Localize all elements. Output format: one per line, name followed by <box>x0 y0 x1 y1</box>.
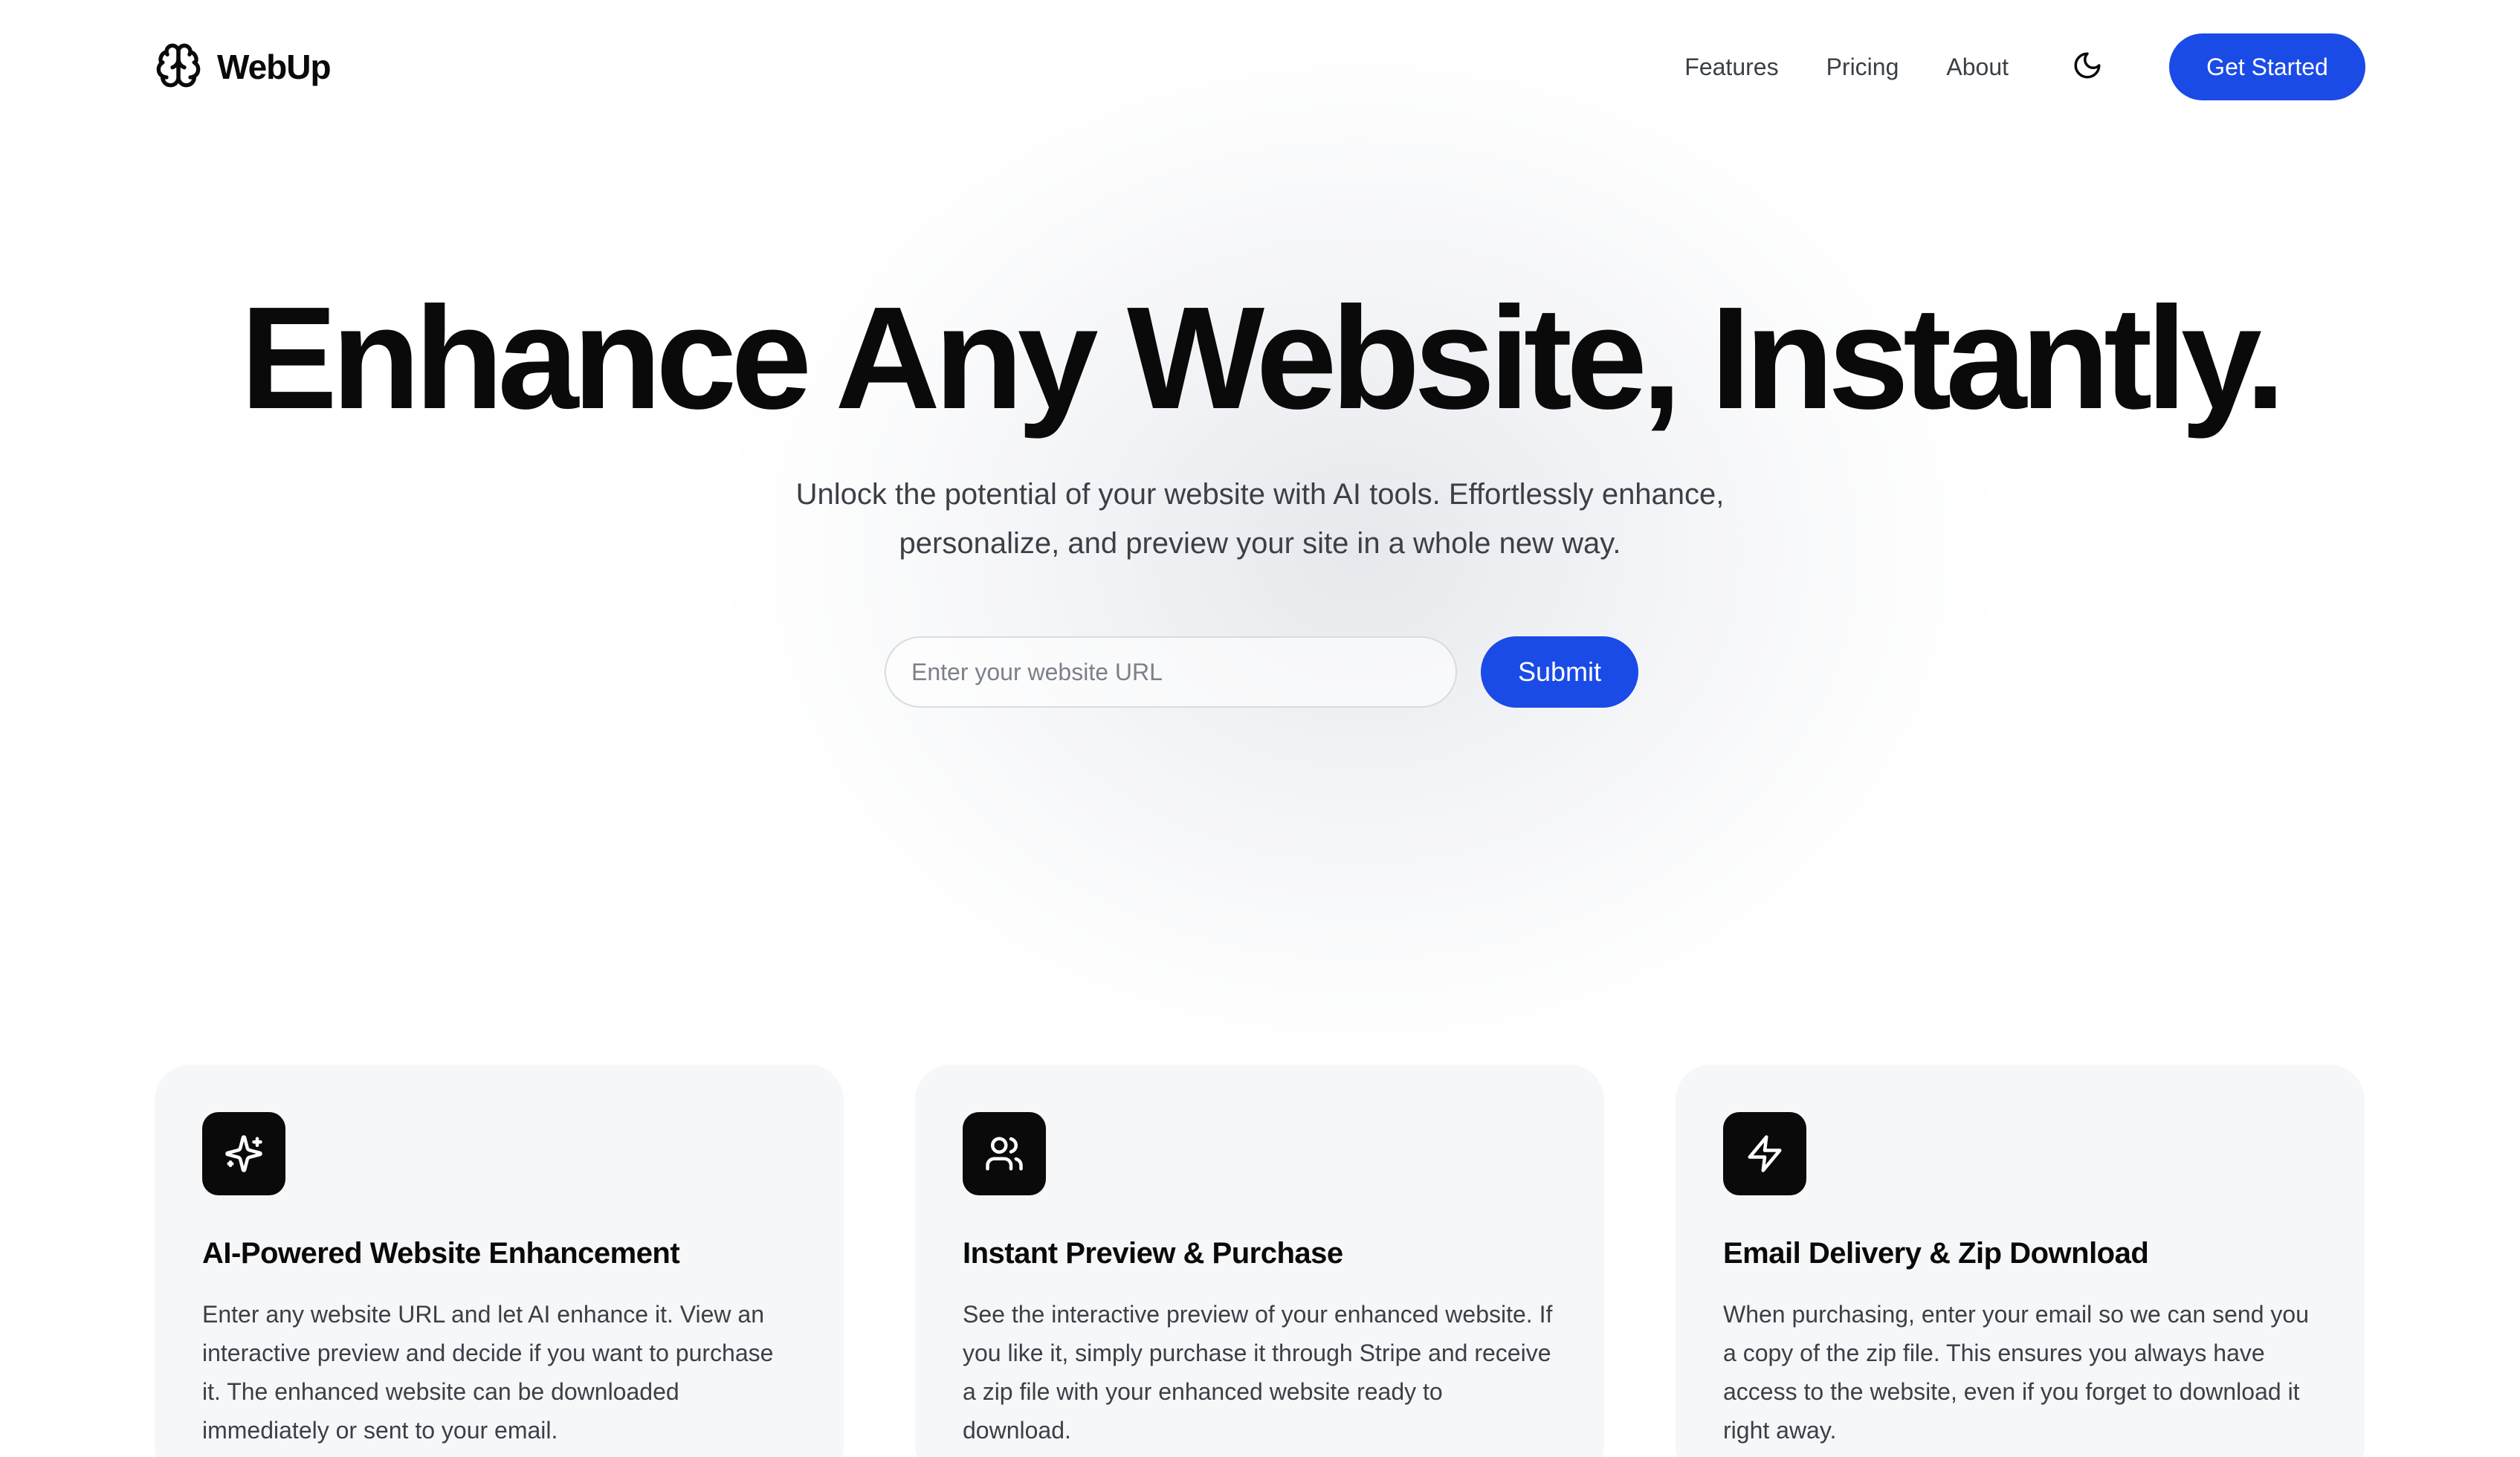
main-nav: Features Pricing About Get Started <box>1684 33 2365 100</box>
brand-name: WebUp <box>217 48 332 86</box>
site-header: WebUp Features Pricing About Get Started <box>0 0 2520 134</box>
feature-card-ai-enhancement: AI-Powered Website Enhancement Enter any… <box>155 1065 844 1457</box>
nav-link-pricing[interactable]: Pricing <box>1826 54 1899 81</box>
nav-link-features[interactable]: Features <box>1684 54 1778 81</box>
sparkles-icon <box>202 1112 285 1195</box>
feature-card-email-delivery: Email Delivery & Zip Download When purch… <box>1676 1065 2365 1457</box>
features-section: AI-Powered Website Enhancement Enter any… <box>155 1065 2365 1457</box>
feature-title: Email Delivery & Zip Download <box>1723 1237 2149 1270</box>
users-icon <box>963 1112 1046 1195</box>
hero-subtitle: Unlock the potential of your website wit… <box>795 478 1725 560</box>
moon-icon <box>2072 50 2103 85</box>
feature-description: See the interactive preview of your enha… <box>963 1301 1553 1444</box>
feature-title: AI-Powered Website Enhancement <box>202 1237 680 1270</box>
lightning-icon <box>1723 1112 1806 1195</box>
submit-button[interactable]: Submit <box>1481 636 1638 708</box>
feature-title: Instant Preview & Purchase <box>963 1237 1343 1270</box>
brain-icon <box>155 42 202 93</box>
hero-title: Enhance Any Website, Instantly. <box>240 277 2286 439</box>
url-form: Submit <box>885 636 1638 708</box>
website-url-input[interactable] <box>885 636 1457 708</box>
brand[interactable]: WebUp <box>155 42 332 93</box>
feature-description: When purchasing, enter your email so we … <box>1723 1301 2309 1444</box>
get-started-button[interactable]: Get Started <box>2169 33 2365 100</box>
theme-toggle-button[interactable] <box>2070 49 2105 85</box>
nav-link-about[interactable]: About <box>1946 54 2009 81</box>
feature-description: Enter any website URL and let AI enhance… <box>202 1301 774 1444</box>
feature-card-preview-purchase: Instant Preview & Purchase See the inter… <box>915 1065 1604 1457</box>
